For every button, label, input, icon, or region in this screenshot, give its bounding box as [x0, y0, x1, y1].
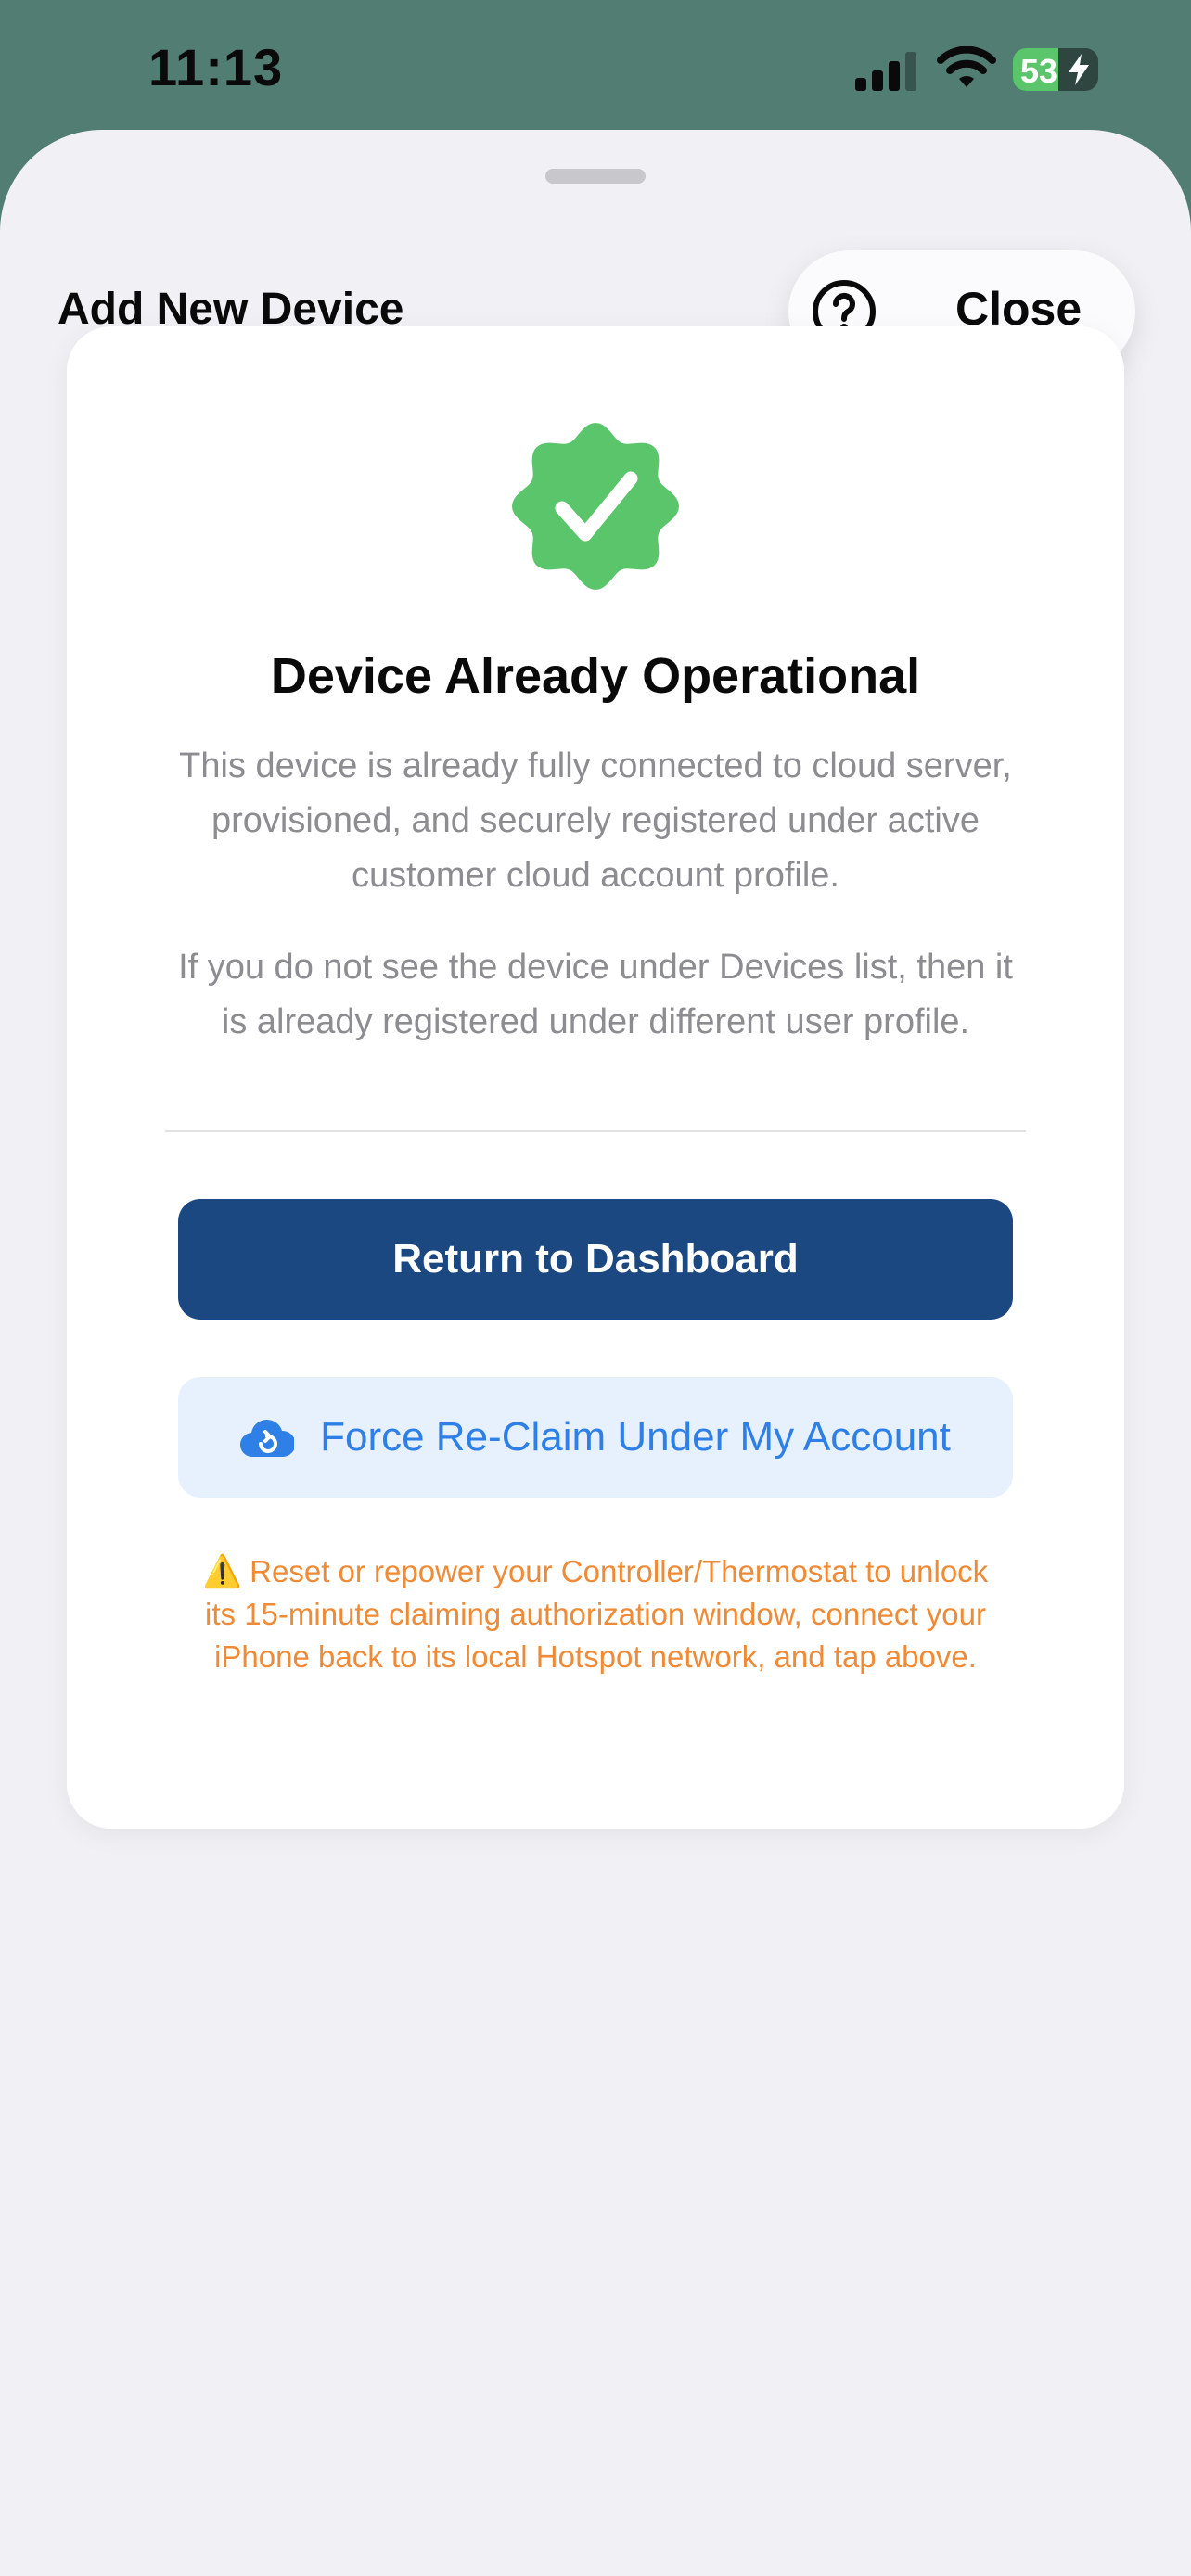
warning-text: Reset or repower your Controller/Thermos… — [205, 1554, 989, 1674]
warning-note: ⚠️ Reset or repower your Controller/Therm… — [187, 1550, 1004, 1678]
cloud-refresh-icon — [240, 1419, 295, 1458]
status-time: 11:13 — [148, 38, 284, 96]
device-status-card: Device Already Operational This device i… — [67, 326, 1124, 1829]
status-bar: 11:13 53 — [0, 0, 1191, 139]
bolt-icon — [1069, 54, 1089, 85]
battery-indicator: 53 — [1013, 48, 1098, 91]
warning-icon: ⚠️ — [202, 1554, 243, 1589]
bottom-sheet: Add New Device Close Device Already Oper… — [0, 130, 1191, 2576]
description-note: If you do not see the device under Devic… — [178, 948, 1013, 1041]
force-reclaim-button[interactable]: Force Re-Claim Under My Account — [178, 1377, 1013, 1498]
force-reclaim-label: Force Re-Claim Under My Account — [320, 1414, 951, 1460]
verified-badge-icon — [512, 423, 679, 590]
return-to-dashboard-button[interactable]: Return to Dashboard — [178, 1199, 1013, 1320]
card-title: Device Already Operational — [270, 648, 921, 704]
cellular-signal-icon — [855, 52, 916, 91]
sheet-grabber[interactable] — [545, 169, 646, 184]
description-text: This device is already fully connected t… — [179, 746, 1012, 895]
wifi-icon — [937, 46, 996, 87]
divider — [165, 1130, 1026, 1132]
battery-level: 53 — [1020, 52, 1058, 90]
